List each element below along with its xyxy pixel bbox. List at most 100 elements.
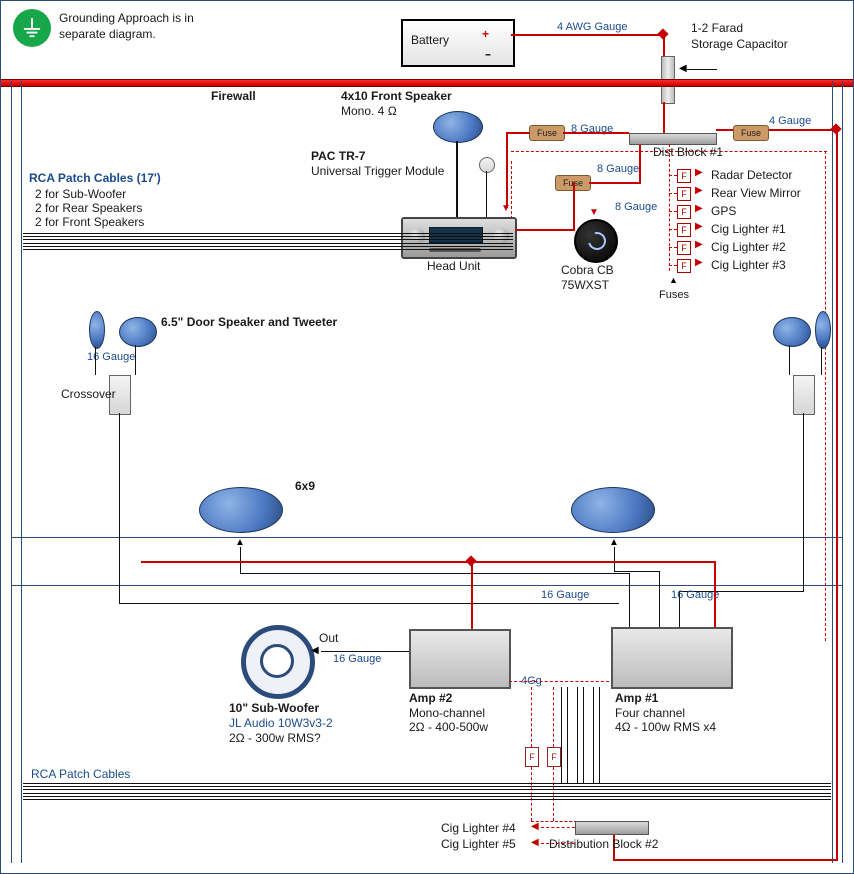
arrow-cig3 <box>695 257 703 268</box>
battery-negative: -- <box>485 47 489 61</box>
door-woofer-right <box>815 311 831 349</box>
arrow-radar <box>695 167 703 178</box>
arrow-sub-out <box>311 645 319 656</box>
body-outline-left-inner <box>21 81 22 863</box>
firewall-label: Firewall <box>211 89 256 103</box>
gauge-16b: 16 Gauge <box>541 589 589 601</box>
wire-xover-r-b <box>821 347 822 375</box>
crossover-right <box>793 375 815 415</box>
rca-up-e <box>593 687 594 783</box>
amp-1 <box>611 627 733 689</box>
amp2-title: Amp #2 <box>409 691 452 705</box>
door-woofer-left <box>89 311 105 349</box>
wire-amp-pwr-h <box>141 561 716 563</box>
arrow-cig1 <box>695 221 703 232</box>
sub-woofer-icon <box>241 625 315 699</box>
amp-2 <box>409 629 511 689</box>
wire-remote-right <box>825 151 826 641</box>
door-spk-title: 6.5" Door Speaker and Tweeter <box>161 315 337 329</box>
wire-xover-l-across <box>119 603 619 604</box>
wire-xover-l-a <box>95 347 96 375</box>
fuse-4g-right: Fuse <box>733 125 769 141</box>
head-unit-label: Head Unit <box>427 259 480 273</box>
grounding-note-2: separate diagram. <box>59 27 156 41</box>
wire-6x9-r-v <box>614 547 615 571</box>
rca-lines-bottom <box>23 783 831 799</box>
wire-amp-link <box>509 681 609 682</box>
wire-cig5 <box>541 843 575 844</box>
awg4-label: 4 AWG Gauge <box>557 21 628 33</box>
battery-label: Battery <box>411 33 449 47</box>
arrow-capacitor-line <box>687 69 717 70</box>
dist-block-2-label: Distribution Block #2 <box>549 837 658 851</box>
acc-cig3: Cig Lighter #3 <box>711 258 786 272</box>
wire-amp2-fuse <box>531 687 532 747</box>
arrow-fuses <box>669 275 678 285</box>
arrow-gps <box>695 203 703 214</box>
wire-pac-to-head <box>486 171 487 217</box>
acc-cig2: Cig Lighter #2 <box>711 240 786 254</box>
acc-mirror: Rear View Mirror <box>711 186 801 200</box>
pac-title: PAC TR-7 <box>311 149 365 163</box>
dist-block-1-label: Dist Block #1 <box>653 145 723 159</box>
wire-acc-6 <box>669 265 677 266</box>
rca-up-c <box>577 687 578 783</box>
pac-module-icon <box>479 157 495 173</box>
wire-6x9-r-into <box>659 571 660 627</box>
wire-6x9-l-h <box>240 573 629 574</box>
wire-bottom-run <box>615 859 838 861</box>
wire-xover-l-b <box>135 345 136 375</box>
cobra-l1: Cobra CB <box>561 263 614 277</box>
wire-sub-out <box>321 651 409 652</box>
wire-acc-3 <box>669 211 677 212</box>
rca-lines-top <box>23 233 513 249</box>
pac-sub: Universal Trigger Module <box>311 164 444 178</box>
wire-8g-top <box>563 132 629 134</box>
acc-radar: Radar Detector <box>711 168 792 182</box>
cig5-label: Cig Lighter #5 <box>441 837 516 851</box>
sub-title: 10" Sub-Woofer <box>229 701 319 715</box>
wire-xover-l-down <box>119 413 120 603</box>
cobra-l2: 75WXST <box>561 278 609 292</box>
wire-xover-r-a <box>789 345 790 375</box>
wire-acc-feed <box>669 144 670 271</box>
wire-amp1-pwr-v <box>714 561 716 627</box>
acc-fuse-6: F <box>677 259 691 273</box>
body-outline-right-outer <box>842 81 843 863</box>
capacitor-label-2: Storage Capacitor <box>691 37 788 51</box>
rca-l3: 2 for Front Speakers <box>35 215 144 229</box>
dist-block-1 <box>629 133 717 145</box>
wire-xover-r-down <box>803 413 804 591</box>
arrow-cig4 <box>531 821 539 832</box>
wire-head-pwr <box>506 132 508 208</box>
gauge-16d: 16 Gauge <box>333 653 381 665</box>
rca-up-b <box>567 687 568 783</box>
rca-title: RCA Patch Cables (17') <box>29 171 161 185</box>
wire-cap-to-dist <box>663 102 665 133</box>
wiring-diagram: Grounding Approach is in separate diagra… <box>0 0 854 874</box>
gauge-4-right: 4 Gauge <box>769 115 811 127</box>
wire-amp2-pwr-v <box>471 561 473 629</box>
front-speaker-title: 4x10 Front Speaker <box>341 89 452 103</box>
wire-acc-5 <box>669 247 677 248</box>
rca-l1: 2 for Sub-Woofer <box>35 187 126 201</box>
mini-fuse-1: F <box>525 747 539 767</box>
cobra-cb-icon <box>574 219 618 263</box>
acc-fuse-1: F <box>677 169 691 183</box>
arrow-mirror <box>695 185 703 196</box>
fuse-8g-top: Fuse <box>529 125 565 141</box>
arrow-cig2 <box>695 239 703 250</box>
firewall-bar <box>1 79 853 87</box>
body-outline-right-inner <box>832 81 833 863</box>
amp1-title: Amp #1 <box>615 691 658 705</box>
rca-l2: 2 for Rear Speakers <box>35 201 142 215</box>
rca-up-d <box>583 687 584 783</box>
sub-model: JL Audio 10W3v3-2 <box>229 716 333 730</box>
mini-fuse-2: F <box>547 747 561 767</box>
wire-cig4 <box>541 827 575 828</box>
front-speaker-icon <box>433 111 483 143</box>
sub-spec: 2Ω - 300w RMS? <box>229 731 321 745</box>
body-outline-left-outer <box>11 81 12 863</box>
gauge-16c: 16 Gauge <box>671 589 719 601</box>
wire-frontspk-to-head <box>456 141 458 217</box>
